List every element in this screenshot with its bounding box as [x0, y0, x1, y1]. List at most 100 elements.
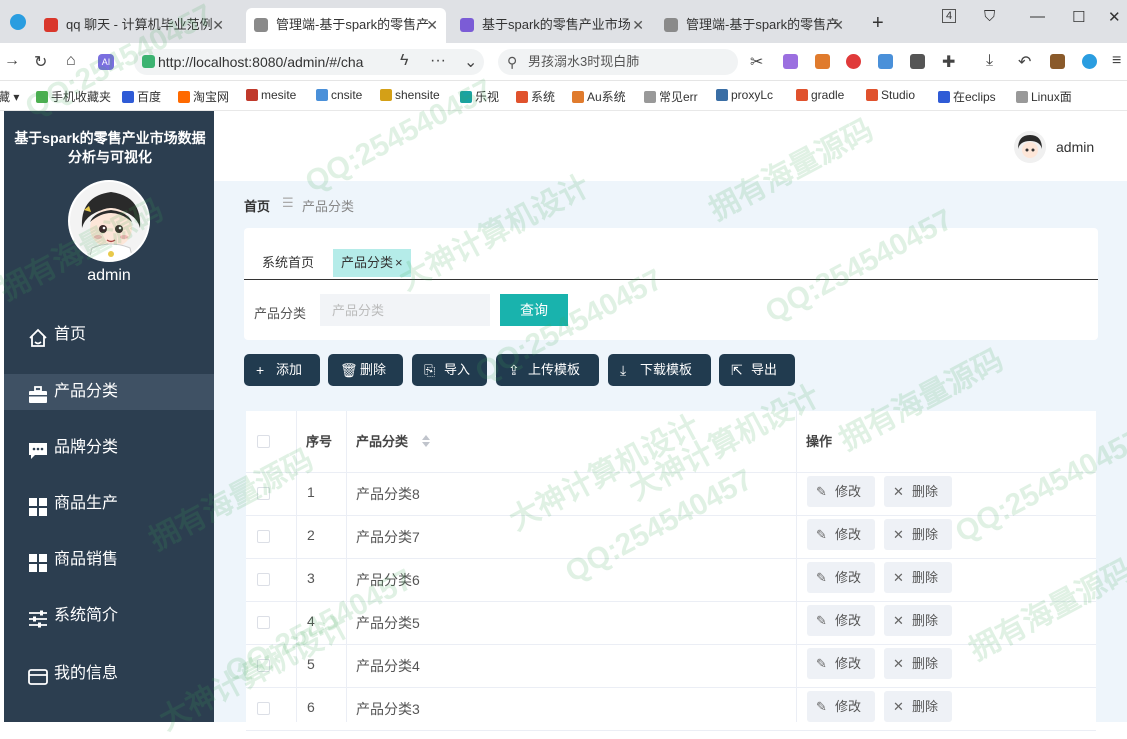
delete-button[interactable]: ✕ 删除 [884, 648, 952, 679]
sidebar-item[interactable]: 商品销售 [4, 542, 214, 578]
header-username[interactable]: admin [1056, 139, 1094, 155]
import-button[interactable]: ⎘ 导入 [412, 354, 487, 386]
delete-button[interactable]: ✕ 删除 [884, 562, 952, 593]
sort-icon[interactable] [421, 433, 431, 449]
plus-button[interactable]: + 添加 [244, 354, 320, 386]
avatar[interactable] [68, 180, 150, 262]
menu-icon[interactable]: ≡ [1112, 52, 1121, 70]
bookmark-item[interactable]: cnsite [316, 88, 362, 102]
sidebar-item[interactable]: 我的信息 [4, 656, 214, 692]
maximize-button[interactable]: ☐ [1072, 8, 1085, 26]
bookmark-item[interactable]: Au系统 [572, 88, 626, 105]
tab-close-icon[interactable]: ✕ [632, 8, 644, 42]
download-icon[interactable]: ⤓ [986, 52, 993, 70]
new-tab-button[interactable]: + [872, 12, 884, 35]
bookmark-item[interactable]: shensite [380, 88, 440, 102]
row-checkbox[interactable] [257, 659, 270, 672]
bookmark-item[interactable]: gradle [796, 88, 844, 102]
row-checkbox[interactable] [257, 573, 270, 586]
sidebar-item[interactable]: 首页 [4, 317, 214, 353]
bag-icon[interactable] [1050, 54, 1065, 69]
undo-icon[interactable]: ↶ [1018, 52, 1031, 72]
delete-button[interactable]: ✕ 删除 [884, 691, 952, 722]
delete-button[interactable]: ✕ 删除 [884, 605, 952, 636]
bookmark-item[interactable]: 藏 ▾ [0, 88, 19, 105]
translate-icon[interactable] [783, 54, 798, 69]
bookmark-item[interactable]: 手机收藏夹 [36, 88, 111, 105]
row-checkbox[interactable] [257, 530, 270, 543]
delete-button[interactable]: ✕ 删除 [884, 519, 952, 550]
close-icon: ✕ [893, 699, 904, 714]
row-checkbox[interactable] [257, 616, 270, 629]
tab-close-icon[interactable]: ✕ [426, 8, 438, 42]
breadcrumb-home[interactable]: 首页 [244, 196, 270, 215]
search-input[interactable] [320, 294, 490, 326]
lightning-icon[interactable]: ϟ [400, 52, 408, 70]
upload-button[interactable]: ⇪ 上传模板 [496, 354, 599, 386]
edit-button[interactable]: ✎ 修改 [807, 605, 875, 636]
window-badge[interactable]: 4 [942, 9, 957, 23]
bookmark-item[interactable]: 百度 [122, 88, 161, 105]
edit-button[interactable]: ✎ 修改 [807, 519, 875, 550]
reload-icon[interactable]: ↻ [34, 52, 47, 72]
weibo-icon[interactable] [846, 54, 861, 69]
header-avatar[interactable] [1014, 131, 1046, 163]
sidebar-item[interactable]: 产品分类 [4, 374, 214, 410]
trash-button[interactable]: 🗑 删除 [328, 354, 403, 386]
sidebar-item[interactable]: 商品生产 [4, 486, 214, 522]
row-category-name: 产品分类4 [356, 658, 420, 674]
puzzle-icon[interactable]: ✚ [942, 52, 955, 72]
more-icon[interactable]: ··· [430, 52, 446, 70]
browser-tab[interactable]: 管理端-基于spark的零售产 ✕ [246, 8, 446, 43]
tab-close-icon[interactable]: ✕ [832, 8, 844, 42]
bookmark-item[interactable]: 系统 [516, 88, 555, 105]
bookmark-favicon-icon [516, 91, 528, 103]
select-all-checkbox[interactable] [257, 435, 270, 448]
forward-icon[interactable]: → [4, 52, 20, 70]
bookmark-item[interactable]: Studio [866, 88, 915, 102]
sliders-icon [28, 607, 48, 628]
fox-icon[interactable] [815, 54, 830, 69]
close-window-button[interactable]: ✕ [1108, 8, 1121, 26]
ai-icon[interactable]: AI [98, 54, 114, 70]
delete-button[interactable]: ✕ 删除 [884, 476, 952, 507]
row-checkbox[interactable] [257, 487, 270, 500]
reader-icon[interactable] [910, 54, 925, 69]
telegram-icon[interactable] [10, 14, 26, 30]
edge-icon[interactable] [1082, 54, 1097, 69]
bookmark-item[interactable]: 在eclips [938, 88, 996, 105]
tab-close-icon[interactable]: ✕ [212, 8, 224, 42]
sidebar-item[interactable]: 系统简介 [4, 598, 214, 634]
browser-tab[interactable]: 管理端-基于spark的零售产 ✕ [656, 8, 852, 43]
bookmark-item[interactable]: mesite [246, 88, 296, 102]
close-icon: ✕ [893, 613, 904, 628]
browser-tab[interactable]: 基于spark的零售产业市场 ✕ [452, 8, 652, 43]
bookmark-item[interactable]: 淘宝网 [178, 88, 229, 105]
edit-button[interactable]: ✎ 修改 [807, 476, 875, 507]
search-button[interactable]: 查询 [500, 294, 568, 326]
browser-tab[interactable]: qq 聊天 - 计算机毕业范例 ✕ [36, 8, 232, 43]
page-tab[interactable]: 产品分类 × [333, 249, 411, 277]
edit-button[interactable]: ✎ 修改 [807, 691, 875, 722]
bookmark-item[interactable]: Linux面 [1016, 88, 1072, 105]
shirt-icon[interactable]: ⛉ [984, 8, 995, 25]
edit-button[interactable]: ✎ 修改 [807, 648, 875, 679]
column-header-category[interactable]: 产品分类 [356, 411, 408, 472]
tab-close-icon[interactable]: × [395, 255, 403, 270]
dropdown-icon[interactable]: ⌄ [464, 52, 477, 72]
home-page-icon[interactable]: ⌂ [66, 52, 76, 70]
minimize-button[interactable]: — [1030, 8, 1045, 25]
browser-tab-title: 管理端-基于spark的零售产 [686, 17, 840, 32]
download-button[interactable]: ⤓ 下载模板 [608, 354, 711, 386]
row-checkbox[interactable] [257, 702, 270, 715]
bookmark-item[interactable]: proxyLc [716, 88, 773, 102]
export-button[interactable]: ⇱ 导出 [719, 354, 795, 386]
page-tab[interactable]: 系统首页 [254, 249, 322, 277]
scissors-icon[interactable]: ✂ [750, 52, 763, 72]
search-bar[interactable]: ⚲ 男孩溺水3时现白肺 [498, 49, 738, 75]
edit-button[interactable]: ✎ 修改 [807, 562, 875, 593]
bookmark-item[interactable]: 乐视 [460, 88, 499, 105]
sidebar-item[interactable]: 品牌分类 [4, 430, 214, 466]
bookmark-item[interactable]: 常见err [644, 88, 698, 105]
mail-icon[interactable] [878, 54, 893, 69]
